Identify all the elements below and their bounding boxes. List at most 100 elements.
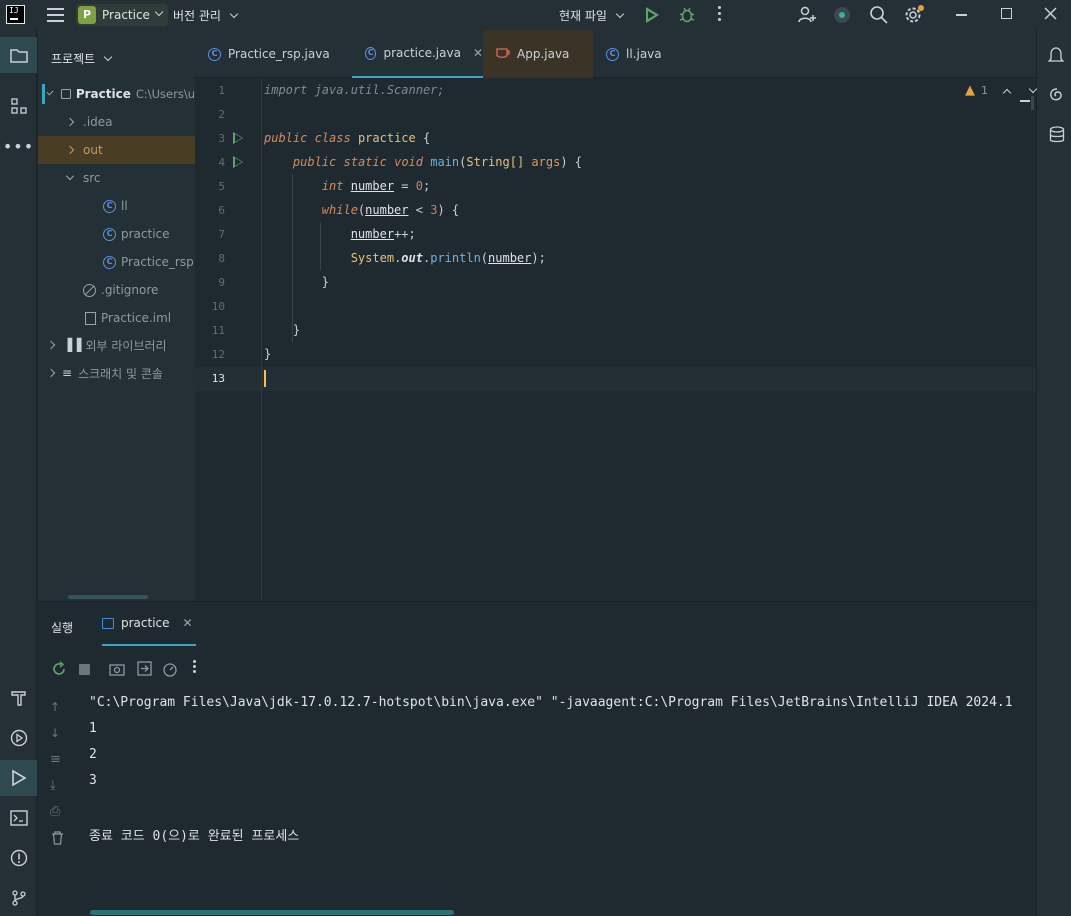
camera-dump-icon[interactable] [109,662,125,676]
main-menu-icon[interactable] [47,8,64,22]
vcs-menu[interactable]: 버전 관리 [173,7,239,24]
code-line-1: import java.util.Scanner; [264,83,445,97]
tab-practice[interactable]: C practice.java ✕ [352,30,483,78]
tab-ll[interactable]: C ll.java [593,30,693,78]
problems-tool-button[interactable] [0,840,37,876]
close-tab-icon[interactable]: ✕ [473,46,483,60]
rerun-icon[interactable] [51,661,67,677]
run-panel-title: 실행 [51,621,74,635]
token: main [430,155,460,169]
code-line-12: } [264,347,271,361]
token: while [321,203,358,217]
next-highlight-icon[interactable] [1028,84,1038,93]
run-tab-practice[interactable]: practice ✕ [102,602,196,646]
vertical-scrollbar[interactable] [1031,96,1034,110]
tree-item-src[interactable]: src [38,164,195,192]
tree-item-label: ll [121,199,128,213]
close-window-icon[interactable] [1044,7,1057,20]
profiler-icon[interactable] [162,661,178,677]
tree-item-practice-iml[interactable]: Practice.iml [38,304,195,332]
line-number: 3 [218,132,225,145]
chevron-down-icon [154,7,164,17]
search-icon[interactable] [869,5,889,25]
code-line-5: int number = 0; [321,179,431,193]
line-number: 13 [211,372,225,385]
tab-practice-rsp[interactable]: C Practice_rsp.java [195,30,352,78]
project-tool-button[interactable] [0,37,37,73]
chevron-down-icon [46,88,54,96]
git-branch-icon [11,890,26,906]
scratches-icon: ≡ [62,366,73,380]
run-main-gutter-icon[interactable] [233,156,243,168]
token: String[] [466,155,525,169]
line-number: 2 [218,108,225,121]
line-number: 1 [218,84,225,97]
project-switcher[interactable]: P Practice [76,4,168,26]
code-line-7: number++; [350,227,416,241]
stop-icon[interactable] [79,664,90,675]
module-folder-icon [61,89,71,99]
more-options-icon[interactable] [193,660,197,673]
services-tool-button[interactable] [0,720,37,756]
run-tool-button[interactable] [0,760,37,796]
token: } [321,275,330,289]
ai-chat-spiral-icon[interactable] [1048,86,1066,104]
tab-app[interactable]: App.java [483,30,593,78]
run-config-selector[interactable]: 현재 파일 [559,7,625,24]
tree-item-gitignore[interactable]: .gitignore [38,276,195,304]
build-tool-button[interactable] [0,680,37,716]
code-line-3: public class practice { [264,131,430,145]
code-editor[interactable]: 1 2 3 4 5 6 7 8 9 10 11 12 13 import jav… [195,78,1038,601]
maximize-icon[interactable] [1001,8,1012,19]
close-tab-icon[interactable]: ✕ [183,616,193,630]
code-line-8: System.out.println(number); [350,251,546,265]
tree-item-practice-rsp[interactable]: C Practice_rsp [38,248,195,276]
scroll-to-end-icon[interactable]: ⤓ [50,778,56,793]
structure-tool-button[interactable] [0,88,37,124]
ai-assistant-icon[interactable] [832,5,852,25]
arrow-up-icon[interactable]: ↑ [50,700,60,714]
root-path: C:\Users\u [135,87,195,101]
token: } [292,323,301,337]
token: 3 [430,203,438,217]
soft-wrap-icon[interactable]: ≡ [50,752,61,767]
project-panel-header[interactable]: 프로젝트 [51,50,113,67]
tree-item-external-libs[interactable]: ▐▐ 외부 라이브러리 [38,331,195,359]
more-actions-icon[interactable] [718,6,722,21]
token: { [415,131,431,145]
previous-highlight-icon[interactable] [1002,88,1012,97]
horizontal-scrollbar[interactable] [68,595,148,599]
arrow-down-icon[interactable]: ↓ [50,726,60,740]
tree-item-root[interactable]: Practice C:\Users\u [38,80,195,108]
inspection-widget[interactable]: ▲ 1 [965,83,1038,98]
code-with-me-icon[interactable] [797,5,817,25]
token: out [401,251,423,265]
horizontal-scrollbar[interactable] [90,910,454,915]
tree-item-label: 스크래치 및 콘솔 [78,366,163,381]
tree-item-ll[interactable]: C ll [38,192,195,220]
code-line-6: while(number < 3) { [321,203,460,217]
run-config-label: 현재 파일 [559,9,607,23]
settings-gear-icon[interactable] [903,4,925,26]
database-icon[interactable] [1049,126,1065,144]
exit-icon[interactable] [137,661,152,676]
git-tool-button[interactable] [0,880,37,916]
terminal-tool-button[interactable] [0,800,37,836]
trash-icon[interactable] [51,831,64,845]
tree-item-out[interactable]: out [38,136,195,164]
tree-item-idea[interactable]: .idea [38,108,195,136]
tree-item-label: practice [121,227,170,241]
print-icon[interactable]: ⎙ [50,804,60,819]
tree-item-scratches[interactable]: ≡ 스크래치 및 콘솔 [38,359,195,387]
notifications-bell-icon[interactable] [1048,46,1064,64]
selection-marker [42,84,45,104]
tree-item-practice[interactable]: C practice [38,220,195,248]
more-tools-button[interactable]: ••• [0,128,37,164]
line-number: 9 [218,276,225,289]
token: 0 [415,179,423,193]
debug-icon[interactable] [678,6,696,24]
run-class-gutter-icon[interactable] [233,132,243,144]
ignore-file-icon [83,283,96,297]
minimize-icon[interactable] [956,14,967,16]
line-number: 7 [218,228,225,241]
